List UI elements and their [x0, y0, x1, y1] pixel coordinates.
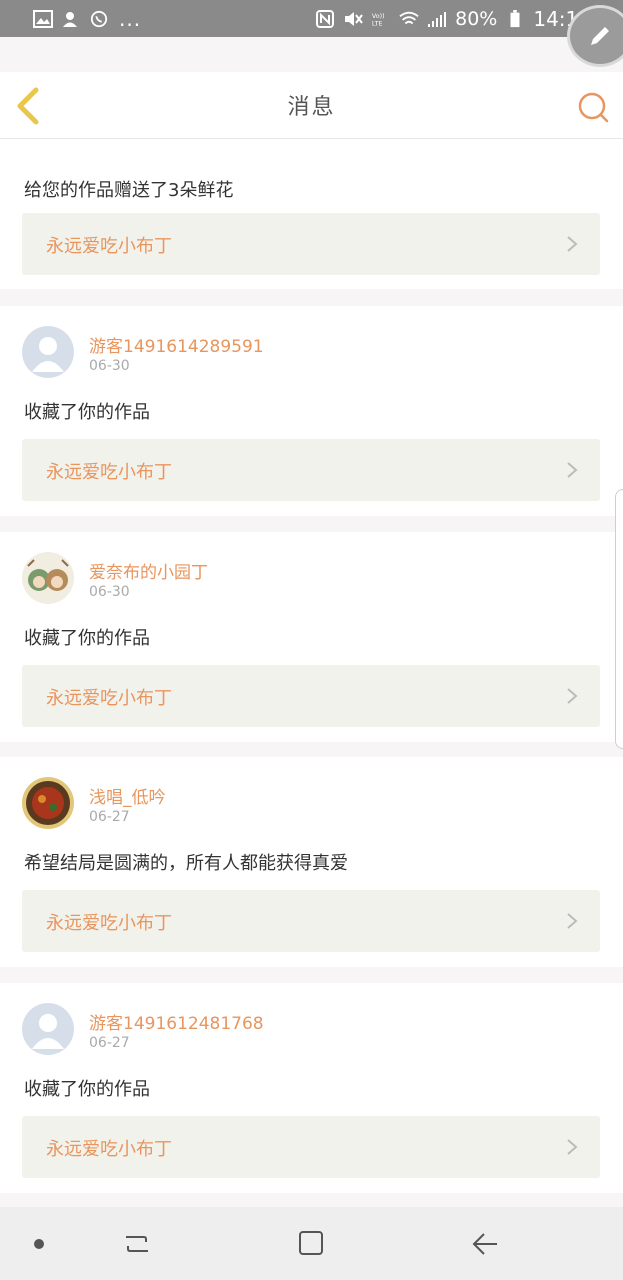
svg-text:Vo)): Vo)): [372, 13, 385, 20]
message-user: 浅唱_低吟 06-27: [22, 777, 582, 831]
avatar[interactable]: [22, 552, 74, 604]
message-text: 收藏了你的作品: [24, 402, 150, 423]
message-card: 浅唱_低吟 06-27 希望结局是圆满的，所有人都能获得真爱 永远爱吃小布丁: [0, 757, 623, 967]
message-card: 游客1491612481768 06-27 收藏了你的作品 永远爱吃小布丁: [0, 983, 623, 1193]
signal-icon: [428, 11, 447, 27]
whatsapp-icon: [90, 10, 108, 27]
back-icon[interactable]: [470, 1229, 500, 1259]
work-link[interactable]: 永远爱吃小布丁: [22, 890, 600, 952]
gallery-icon: [33, 9, 53, 28]
work-link[interactable]: 永远爱吃小布丁: [22, 1116, 600, 1178]
chevron-right-icon: [567, 1139, 578, 1155]
work-title: 永远爱吃小布丁: [46, 462, 172, 483]
pen-icon: [591, 27, 609, 45]
status-left: ...: [33, 7, 141, 31]
home-icon[interactable]: [296, 1228, 326, 1258]
work-link[interactable]: 永远爱吃小布丁: [22, 213, 600, 275]
work-title: 永远爱吃小布丁: [46, 913, 172, 934]
avatar[interactable]: [22, 326, 74, 378]
chevron-right-icon: [567, 913, 578, 929]
work-title: 永远爱吃小布丁: [46, 688, 172, 709]
search-icon[interactable]: [577, 91, 609, 123]
system-nav-bar: [0, 1207, 623, 1280]
message-text: 收藏了你的作品: [24, 1079, 150, 1100]
message-card: 爱奈布的小园丁 06-30 收藏了你的作品 永远爱吃小布丁: [0, 532, 623, 742]
more-notifications: ...: [119, 6, 142, 31]
username[interactable]: 游客1491614289591: [89, 332, 264, 357]
chevron-right-icon: [567, 688, 578, 704]
message-user: 爱奈布的小园丁 06-30: [22, 552, 582, 606]
message-user: 游客1491614289591 06-30: [22, 326, 582, 380]
work-title: 永远爱吃小布丁: [46, 236, 172, 257]
mute-icon: [345, 11, 363, 26]
username[interactable]: 游客1491612481768: [89, 1009, 264, 1034]
message-card: 06-30 给您的作品赠送了3朵鲜花 永远爱吃小布丁: [0, 139, 623, 289]
nav-hide-dot[interactable]: [34, 1239, 44, 1249]
work-title: 永远爱吃小布丁: [46, 1139, 172, 1160]
username[interactable]: 浅唱_低吟: [89, 783, 166, 808]
edit-floating-button[interactable]: [567, 5, 623, 67]
message-card: 游客1491614289591 06-30 收藏了你的作品 永远爱吃小布丁: [0, 306, 623, 516]
battery-percent: 80%: [455, 7, 498, 30]
message-date: 06-27: [89, 1035, 130, 1051]
message-date: 06-27: [89, 809, 130, 825]
wifi-icon: [399, 11, 419, 24]
app-header: 消息: [0, 72, 623, 139]
avatar[interactable]: [22, 777, 74, 829]
page-title: 消息: [287, 95, 336, 120]
nfc-icon: [316, 9, 335, 28]
chevron-right-icon: [567, 236, 578, 252]
message-list[interactable]: 06-30 给您的作品赠送了3朵鲜花 永远爱吃小布丁 游客14916142895…: [0, 139, 623, 1207]
battery-icon: [510, 9, 520, 27]
message-date: 06-30: [89, 358, 130, 374]
avatar[interactable]: [22, 1003, 74, 1055]
message-user: 游客1491612481768 06-27: [22, 1003, 582, 1057]
back-arrow-icon[interactable]: [12, 86, 46, 126]
contact-icon: [63, 11, 77, 27]
message-text: 给您的作品赠送了3朵鲜花: [24, 180, 234, 201]
volte-icon: Vo))LTE: [372, 13, 385, 27]
username[interactable]: 爱奈布的小园丁: [89, 558, 208, 583]
message-text: 收藏了你的作品: [24, 628, 150, 649]
message-text: 希望结局是圆满的，所有人都能获得真爱: [24, 853, 348, 874]
status-bar: ... Vo)) LTE 80% 14:19: [0, 0, 623, 37]
work-link[interactable]: 永远爱吃小布丁: [22, 665, 600, 727]
chevron-right-icon: [567, 462, 578, 478]
recent-apps-icon[interactable]: [122, 1229, 152, 1259]
edge-panel-handle[interactable]: [615, 489, 623, 749]
svg-text:LTE: LTE: [372, 20, 383, 27]
work-link[interactable]: 永远爱吃小布丁: [22, 439, 600, 501]
message-date: 06-30: [89, 584, 130, 600]
